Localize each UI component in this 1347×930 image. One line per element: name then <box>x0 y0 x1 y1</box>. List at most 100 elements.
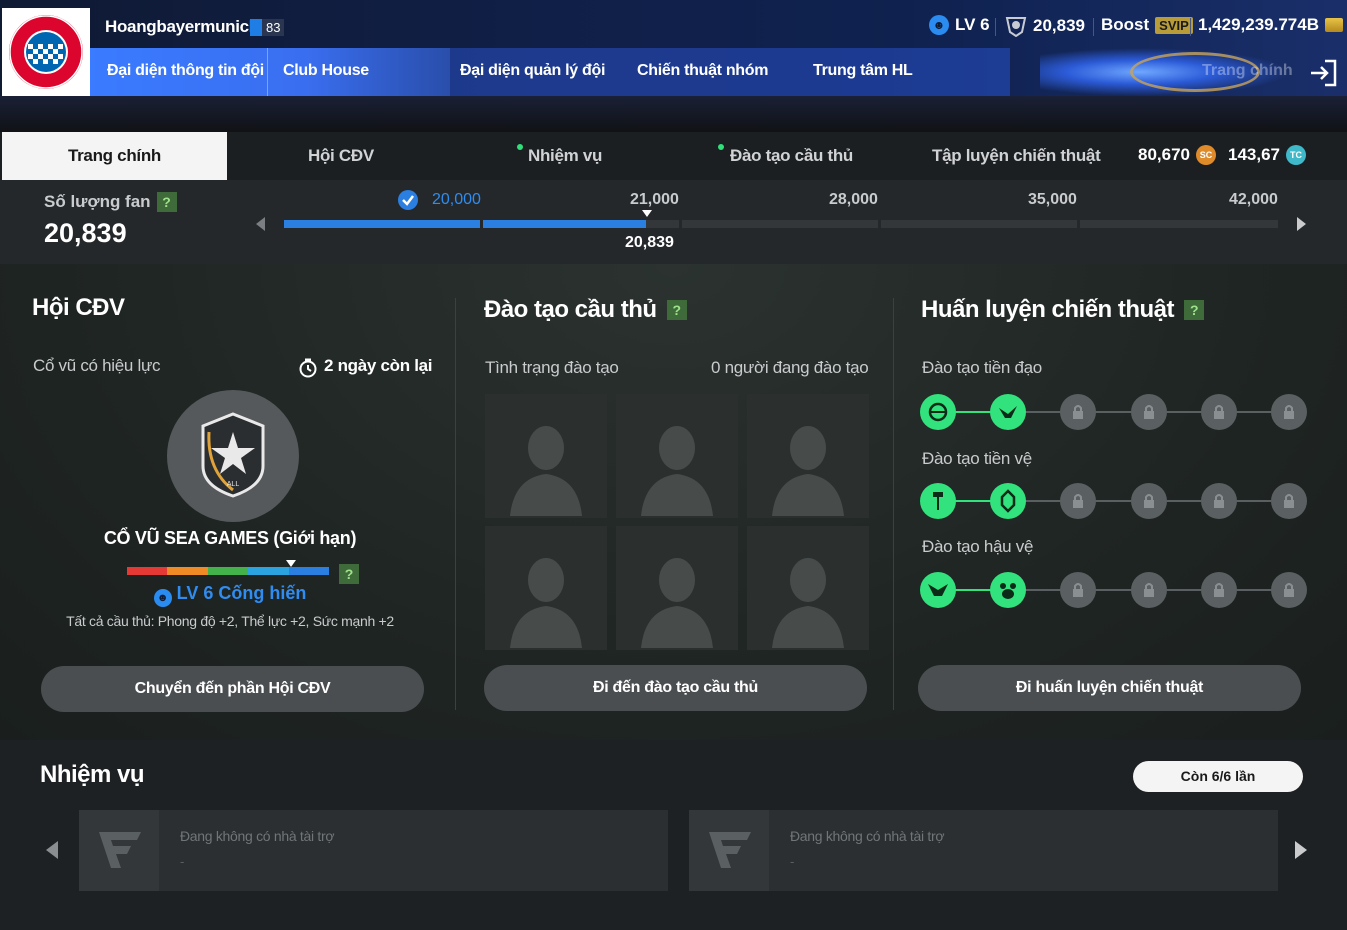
tactic-node-locked[interactable] <box>1060 572 1097 608</box>
tc-currency[interactable]: 143,67 TC <box>1228 145 1306 165</box>
boost-display[interactable]: Boost SVIP <box>1101 15 1193 35</box>
divider <box>1093 18 1094 36</box>
tab-missions[interactable]: Nhiệm vụ <box>528 132 602 180</box>
club-logo[interactable] <box>2 8 90 96</box>
notification-dot <box>718 144 724 150</box>
badge-text: ALL <box>227 481 240 488</box>
tactic-node-locked[interactable] <box>1271 572 1307 608</box>
tactic-node-unlocked[interactable] <box>990 483 1027 519</box>
defense-training-label: Đào tạo hậu vệ <box>922 537 1034 556</box>
track-divider <box>480 220 483 228</box>
contribution-level-bar <box>127 567 330 575</box>
lock-icon <box>1213 494 1224 508</box>
divider <box>995 18 996 36</box>
training-slot[interactable] <box>616 394 738 518</box>
tactic-node-row <box>920 394 1308 430</box>
help-icon[interactable]: ? <box>1184 300 1205 320</box>
nav-item-training-center[interactable]: Trung tâm HL <box>813 62 913 80</box>
nav-item-team-info[interactable]: Đại diện thông tin đội <box>107 62 264 80</box>
tactic-node-locked[interactable] <box>1271 394 1307 430</box>
lock-icon <box>1143 583 1154 597</box>
training-status-value: 0 người đang đào tạo <box>711 358 869 377</box>
player-silhouette-icon <box>510 426 582 516</box>
go-to-player-training-button[interactable]: Đi đến đào tạo cầu thủ <box>484 665 867 711</box>
player-silhouette-icon <box>772 558 844 648</box>
missions-next-arrow[interactable] <box>1295 841 1307 859</box>
tc-value: 143,67 <box>1228 145 1280 164</box>
nav-divider <box>267 48 268 96</box>
tactic-node-locked[interactable] <box>1200 394 1237 430</box>
fc-logo-placeholder <box>689 810 769 891</box>
nav-item-club-house[interactable]: Club House <box>283 62 369 80</box>
tab-player-training[interactable]: Đào tạo cầu thủ <box>730 132 853 180</box>
vip-points-display[interactable]: 20,839 <box>1005 15 1085 37</box>
tactic-node-unlocked[interactable] <box>990 572 1027 608</box>
progress-next-arrow[interactable] <box>1297 217 1306 231</box>
progress-prev-arrow[interactable] <box>256 217 265 231</box>
lock-icon <box>1073 494 1084 508</box>
forward-training-label: Đào tạo tiền đạo <box>922 358 1042 377</box>
tactic-skill-icon <box>999 406 1018 418</box>
missions-prev-arrow[interactable] <box>46 841 58 859</box>
time-left: 2 ngày còn lại <box>324 356 433 375</box>
svip-badge: SVIP <box>1155 16 1193 34</box>
help-icon[interactable]: ? <box>156 192 177 212</box>
training-slot[interactable] <box>485 394 607 518</box>
fan-count-label: Số lượng fan ? <box>44 192 177 212</box>
contribution-level-text: ☻ LV 6 Cống hiến <box>0 583 460 607</box>
column-divider <box>893 298 894 710</box>
training-slot[interactable] <box>747 394 869 518</box>
current-fan-marker <box>642 210 652 217</box>
lock-icon <box>1213 405 1224 419</box>
tactic-node-locked[interactable] <box>1200 572 1237 608</box>
player-silhouette-icon <box>641 558 713 648</box>
nav-item-team-manager[interactable]: Đại diện quản lý đội <box>460 62 605 80</box>
fan-count-value: 20,839 <box>44 218 127 248</box>
nav-item-group-tactics[interactable]: Chiến thuật nhóm <box>637 62 768 80</box>
tab-home[interactable]: Trang chính <box>2 132 227 180</box>
supporter-badge[interactable]: ALL <box>167 390 299 522</box>
milestone-42000: 42,000 <box>1229 191 1278 208</box>
go-to-tactical-training-button[interactable]: Đi huấn luyện chiến thuật <box>918 665 1301 711</box>
tab-tactical-training[interactable]: Tập luyện chiến thuật <box>932 132 1101 180</box>
exit-icon[interactable] <box>1307 57 1339 89</box>
mission-card[interactable]: Đang không có nhà tài trợ - <box>689 810 1278 891</box>
tab-supporters[interactable]: Hội CĐV <box>308 132 374 180</box>
level-value: LV 6 <box>955 15 990 34</box>
tactic-node-locked[interactable] <box>1200 483 1237 519</box>
level-marker <box>286 560 296 567</box>
effect-description: Tất cả cầu thủ: Phong độ +2, Thể lực +2,… <box>66 613 394 629</box>
lock-icon <box>1073 583 1084 597</box>
tactic-node-unlocked[interactable] <box>920 572 956 608</box>
go-to-supporters-button[interactable]: Chuyển đến phần Hội CĐV <box>41 666 424 712</box>
tactic-node-locked[interactable] <box>1060 394 1097 430</box>
tactic-node-locked[interactable] <box>1130 572 1167 608</box>
milestone-20000: 20,000 <box>432 191 481 208</box>
bp-coin-icon <box>1325 18 1343 32</box>
bp-display[interactable]: 1,429,239.774B <box>1198 15 1343 35</box>
fan-progress-track <box>284 220 1278 228</box>
training-slot[interactable] <box>747 526 869 650</box>
training-slot[interactable] <box>616 526 738 650</box>
tactic-node-locked[interactable] <box>1060 483 1097 519</box>
training-slot[interactable] <box>485 526 607 650</box>
level-display[interactable]: ☻ LV 6 <box>929 15 990 35</box>
sc-currency[interactable]: 80,670 SC <box>1138 145 1216 165</box>
supporters-title: Hội CĐV <box>32 294 125 321</box>
help-icon[interactable]: ? <box>666 300 687 320</box>
mission-card[interactable]: Đang không có nhà tài trợ - <box>79 810 668 891</box>
help-icon[interactable]: ? <box>339 564 359 584</box>
training-status-label: Tình trạng đào tạo <box>485 358 619 377</box>
tactic-node-locked[interactable] <box>1271 483 1307 519</box>
tactic-node-locked[interactable] <box>1130 483 1167 519</box>
tactic-node-unlocked[interactable] <box>920 483 956 519</box>
tactic-node-locked[interactable] <box>1130 394 1167 430</box>
column-divider <box>455 298 456 710</box>
milestone-28000: 28,000 <box>829 191 878 208</box>
sc-coin-icon: SC <box>1196 145 1216 165</box>
tactic-node-unlocked[interactable] <box>990 394 1027 430</box>
fc-logo-icon <box>709 832 751 868</box>
tactic-node-unlocked[interactable] <box>920 394 956 430</box>
main-nav: Đại diện thông tin đội Club House Đại di… <box>90 48 1347 96</box>
nav-item-home-ghost[interactable]: Trang chính <box>1202 62 1293 80</box>
